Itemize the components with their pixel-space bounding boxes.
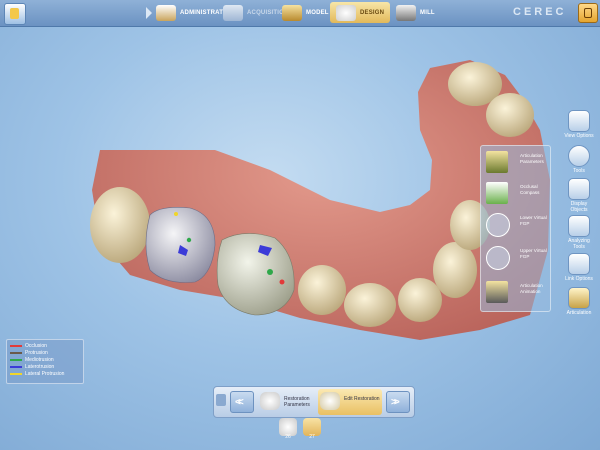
contact-marker bbox=[174, 212, 178, 216]
legend-swatch bbox=[10, 344, 22, 347]
lower-virtual-fgp-button[interactable]: Lower Virtual FGP bbox=[484, 210, 548, 240]
lower-fgp-icon bbox=[486, 213, 510, 237]
tools-button[interactable]: Tools bbox=[563, 145, 595, 174]
tooth-step-icon bbox=[320, 392, 340, 410]
tooth-premolar-2 bbox=[344, 283, 396, 327]
view-options-button[interactable]: View Options bbox=[563, 110, 595, 139]
articulator-icon bbox=[486, 151, 508, 173]
tooth-premolar-1 bbox=[298, 265, 346, 315]
toolbar-grip-icon[interactable] bbox=[216, 394, 226, 406]
tooth-canine bbox=[398, 278, 442, 322]
double-chevron-left-icon: << bbox=[235, 397, 244, 408]
previous-step-button[interactable]: << bbox=[230, 391, 254, 413]
upper-virtual-fgp-button[interactable]: Upper Virtual FGP bbox=[484, 243, 548, 273]
display-objects-icon bbox=[568, 178, 590, 200]
display-objects-button[interactable]: Display Objects bbox=[563, 178, 595, 213]
tools-ring-icon bbox=[568, 145, 590, 167]
legend-item: Mediotrusion bbox=[10, 356, 83, 363]
link-options-button[interactable]: Link Options bbox=[563, 253, 595, 282]
legend-swatch bbox=[10, 372, 22, 375]
articulation-icon bbox=[568, 287, 590, 309]
legend-item: Occlusion bbox=[10, 342, 83, 349]
tooth-27-selector[interactable]: 27 bbox=[302, 418, 322, 440]
articulation-parameters-button[interactable]: Articulation Parameters bbox=[484, 148, 548, 178]
articulation-tool-panel: Articulation Parameters Occlusal Compass… bbox=[480, 145, 551, 312]
next-step-button[interactable]: >> bbox=[386, 391, 410, 413]
analyzing-tools-icon bbox=[568, 215, 590, 237]
contact-marker bbox=[267, 269, 273, 275]
articulation-button[interactable]: Articulation bbox=[563, 287, 595, 316]
crown-26 bbox=[145, 207, 216, 283]
double-chevron-right-icon: >> bbox=[391, 397, 400, 408]
legend-swatch bbox=[10, 351, 22, 354]
tooth-left-molar bbox=[90, 187, 150, 263]
tooth-step-icon bbox=[260, 392, 280, 410]
legend-item: Lateral Protrusion bbox=[10, 370, 83, 377]
tooth-26-selector[interactable]: 26 bbox=[278, 418, 298, 440]
contact-marker bbox=[186, 237, 192, 243]
contact-legend: Occlusion Protrusion Mediotrusion Latero… bbox=[6, 339, 84, 384]
legend-item: Protrusion bbox=[10, 349, 83, 356]
upper-fgp-icon bbox=[486, 246, 510, 270]
legend-swatch bbox=[10, 365, 22, 368]
tooth-back-2 bbox=[486, 93, 534, 137]
articulation-animation-button[interactable]: Articulation Animation bbox=[484, 278, 548, 308]
occlusal-compass-icon bbox=[486, 182, 508, 204]
tooth-incisor-1 bbox=[433, 242, 477, 298]
link-options-icon bbox=[568, 253, 590, 275]
legend-swatch bbox=[10, 358, 22, 361]
analyzing-tools-button[interactable]: Analyzing Tools bbox=[563, 215, 595, 250]
tooth-view-icon bbox=[568, 110, 590, 132]
contact-marker bbox=[279, 279, 285, 285]
step-edit-restoration[interactable]: Edit Restoration bbox=[318, 389, 382, 415]
workflow-bar: << Restoration Parameters Edit Restorati… bbox=[213, 386, 415, 418]
occlusal-compass-button[interactable]: Occlusal Compass bbox=[484, 179, 548, 209]
articulation-animation-icon bbox=[486, 281, 508, 303]
step-restoration-parameters[interactable]: Restoration Parameters bbox=[258, 389, 316, 415]
crown-27 bbox=[216, 233, 295, 316]
legend-item: Laterotrusion bbox=[10, 363, 83, 370]
